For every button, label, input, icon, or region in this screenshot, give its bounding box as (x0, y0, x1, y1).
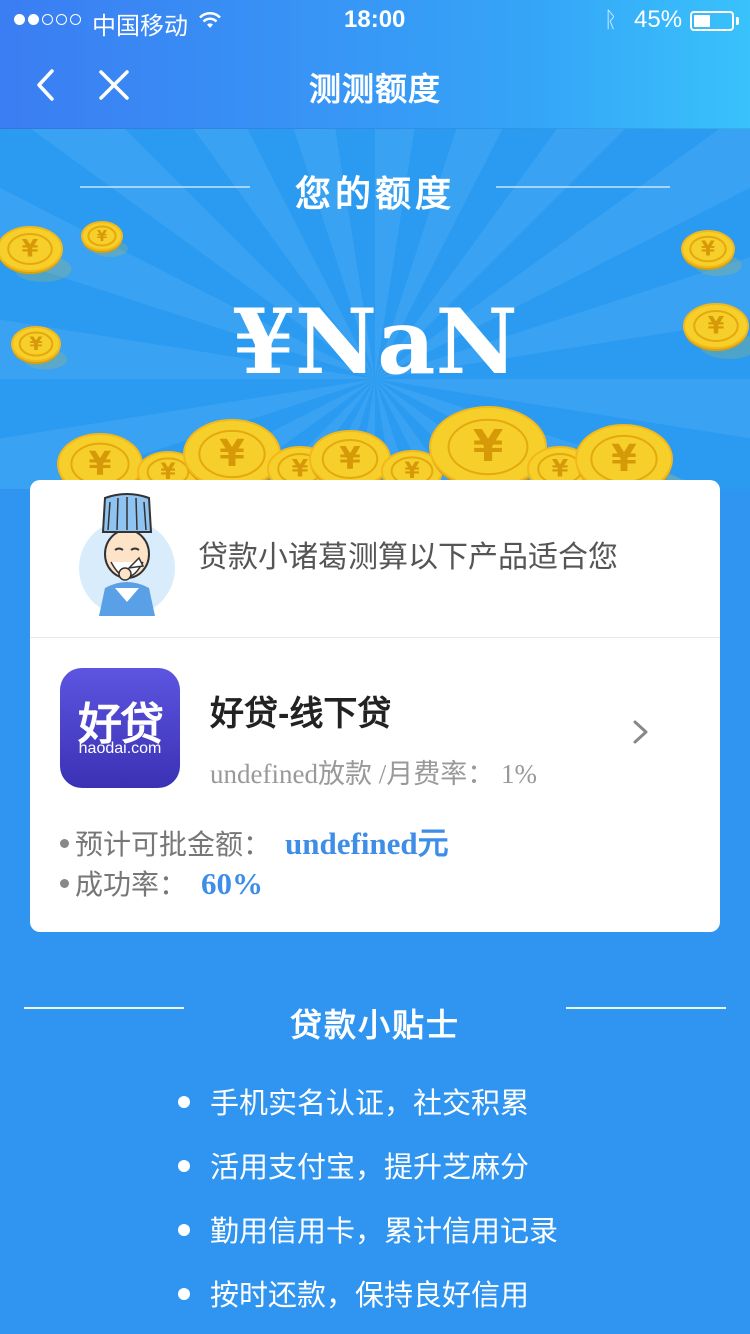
product-name[interactable]: 好贷-线下贷 (210, 686, 391, 735)
success-rate-row: 成功率： 60% (60, 863, 263, 903)
card-intro-section: 贷款小诸葛测算以下产品适合您 (30, 480, 720, 638)
battery-percent: 45% (634, 6, 683, 33)
logo-domain: haodai.com (78, 740, 162, 757)
page-title: 测测额度 (308, 70, 441, 108)
quota-hero: 您的额度 ¥ ¥ ¥ ¥ ¥ ¥ ¥ ¥ ¥ ¥ ¥ ¥ ¥ ¥ ¥NaN (0, 129, 750, 489)
tip-item: 活用支付宝，提升芝麻分 (178, 1144, 529, 1186)
status-bar: 中国移动 18:00 ᚱ 45% (0, 0, 750, 40)
carrier-label: 中国移动 (92, 13, 188, 40)
approve-amount-value: undefined元 (285, 826, 449, 861)
svg-text:¥: ¥ (292, 455, 309, 483)
svg-text:¥: ¥ (701, 236, 715, 260)
svg-text:¥: ¥ (97, 227, 108, 245)
success-rate-label: 成功率： (75, 869, 188, 900)
tip-text: 勤用信用卡，累计信用记录 (210, 1216, 559, 1248)
svg-text:¥: ¥ (552, 455, 569, 483)
bullet-icon (178, 1288, 190, 1301)
product-meta: undefined放款 /月费率： 1% (210, 759, 537, 789)
tips-title: 贷款小贴士 (289, 1006, 460, 1044)
tip-item: 勤用信用卡，累计信用记录 (178, 1208, 558, 1250)
nav-bar: 测测额度 (0, 40, 750, 129)
bullet-icon (178, 1160, 190, 1173)
approve-amount-row: 预计可批金额： undefined元 (60, 818, 449, 863)
haodai-logo[interactable]: 好贷 haodai.com (60, 668, 180, 788)
bluetooth-icon: ᚱ (604, 8, 618, 33)
svg-text:¥: ¥ (22, 235, 39, 263)
wifi-icon (199, 12, 221, 28)
tip-text: 活用支付宝，提升芝麻分 (210, 1152, 530, 1184)
approve-amount-label: 预计可批金额： (75, 829, 272, 860)
battery-icon (690, 11, 734, 31)
product-card: 贷款小诸葛测算以下产品适合您 好贷 haodai.com 好贷-线下贷 unde… (30, 480, 720, 932)
card-intro-text: 贷款小诸葛测算以下产品适合您 (198, 541, 618, 574)
bullet-icon (178, 1224, 190, 1237)
bullet-icon (60, 879, 69, 889)
quota-amount: ¥NaN (232, 289, 518, 395)
success-rate-value: 60% (201, 866, 264, 901)
svg-text:¥: ¥ (611, 437, 637, 480)
advisor-avatar-icon (79, 493, 175, 616)
bullet-icon (178, 1096, 190, 1109)
tip-item: 按时还款，保持良好信用 (178, 1272, 529, 1314)
svg-text:¥: ¥ (473, 421, 504, 472)
clock: 18:00 (344, 6, 406, 33)
svg-text:¥: ¥ (219, 432, 245, 475)
svg-text:¥: ¥ (89, 444, 112, 483)
battery-cap (736, 17, 739, 25)
signal-strength-icon (14, 14, 81, 25)
battery-level-fill (694, 15, 710, 27)
tip-item: 手机实名认证，社交积累 (178, 1080, 529, 1122)
tip-text: 手机实名认证，社交积累 (210, 1088, 530, 1120)
svg-text:¥: ¥ (339, 441, 361, 477)
bullet-icon (60, 839, 69, 849)
tip-text: 按时还款，保持良好信用 (210, 1280, 530, 1312)
chevron-right-icon[interactable] (630, 718, 652, 746)
